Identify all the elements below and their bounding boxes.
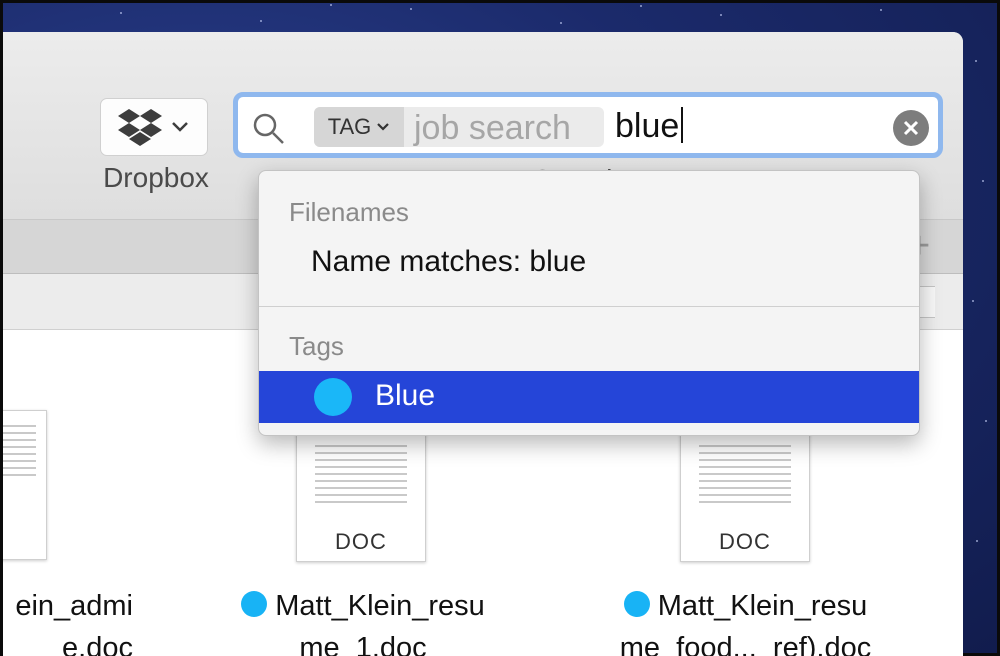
search-suggestions-menu: Filenames Name matches: blue Tags Blue bbox=[258, 170, 920, 436]
search-token[interactable]: TAG job search bbox=[314, 107, 604, 147]
text-caret bbox=[681, 107, 684, 143]
file-type-badge: DOC bbox=[719, 529, 771, 554]
blue-tag-dot bbox=[241, 591, 268, 617]
token-value: job search bbox=[414, 109, 571, 147]
suggestion-name-matches[interactable]: Name matches: blue bbox=[259, 241, 919, 287]
blue-tag-icon bbox=[314, 378, 352, 416]
screen-frame-top bbox=[0, 0, 1000, 3]
file-name-line-1: ein_admi bbox=[15, 590, 133, 622]
suggestion-tag-blue[interactable]: Blue bbox=[259, 371, 919, 423]
file-icon[interactable] bbox=[3, 410, 47, 560]
file-name-line-1: Matt_Klein_resu bbox=[275, 590, 485, 622]
file-type-badge: DOC bbox=[335, 529, 387, 554]
dropbox-label: Dropbox bbox=[103, 162, 209, 193]
suggestion-label: Blue bbox=[375, 379, 436, 412]
search-icon bbox=[253, 113, 284, 144]
file-name-line-2: e.doc bbox=[62, 632, 133, 656]
token-type-label: TAG bbox=[327, 114, 372, 139]
search-input[interactable]: blue bbox=[615, 107, 684, 146]
file-icon[interactable]: DOC bbox=[680, 430, 810, 562]
dropbox-icon bbox=[118, 109, 162, 146]
dropbox-button[interactable] bbox=[100, 98, 208, 156]
chevron-down-icon bbox=[172, 122, 188, 132]
blue-tag-dot bbox=[623, 591, 650, 617]
clear-search-button[interactable] bbox=[893, 110, 929, 146]
file-name[interactable]: Matt_Klein_resu me_food..._ref).doc bbox=[573, 585, 918, 656]
section-header-filenames: Filenames bbox=[289, 197, 409, 227]
chevron-down-icon bbox=[377, 123, 390, 131]
menu-divider bbox=[259, 306, 919, 307]
suggestion-label: Name matches: blue bbox=[311, 245, 587, 278]
file-name[interactable]: Matt_Klein_resu me_1.doc bbox=[198, 585, 528, 656]
search-field[interactable]: TAG job search blue bbox=[233, 92, 943, 158]
search-query-text: blue bbox=[615, 107, 680, 145]
section-header-tags: Tags bbox=[289, 331, 344, 361]
file-icon[interactable]: DOC bbox=[296, 430, 426, 562]
file-name[interactable]: ein_admi e.doc bbox=[3, 585, 133, 656]
file-name-line-2: me_1.doc bbox=[299, 632, 427, 656]
file-name-line-1: Matt_Klein_resu bbox=[657, 590, 868, 622]
token-type-menu[interactable]: TAG bbox=[314, 107, 404, 147]
file-name-line-2: me_food..._ref).doc bbox=[619, 632, 872, 656]
clear-search-icon bbox=[903, 120, 919, 136]
